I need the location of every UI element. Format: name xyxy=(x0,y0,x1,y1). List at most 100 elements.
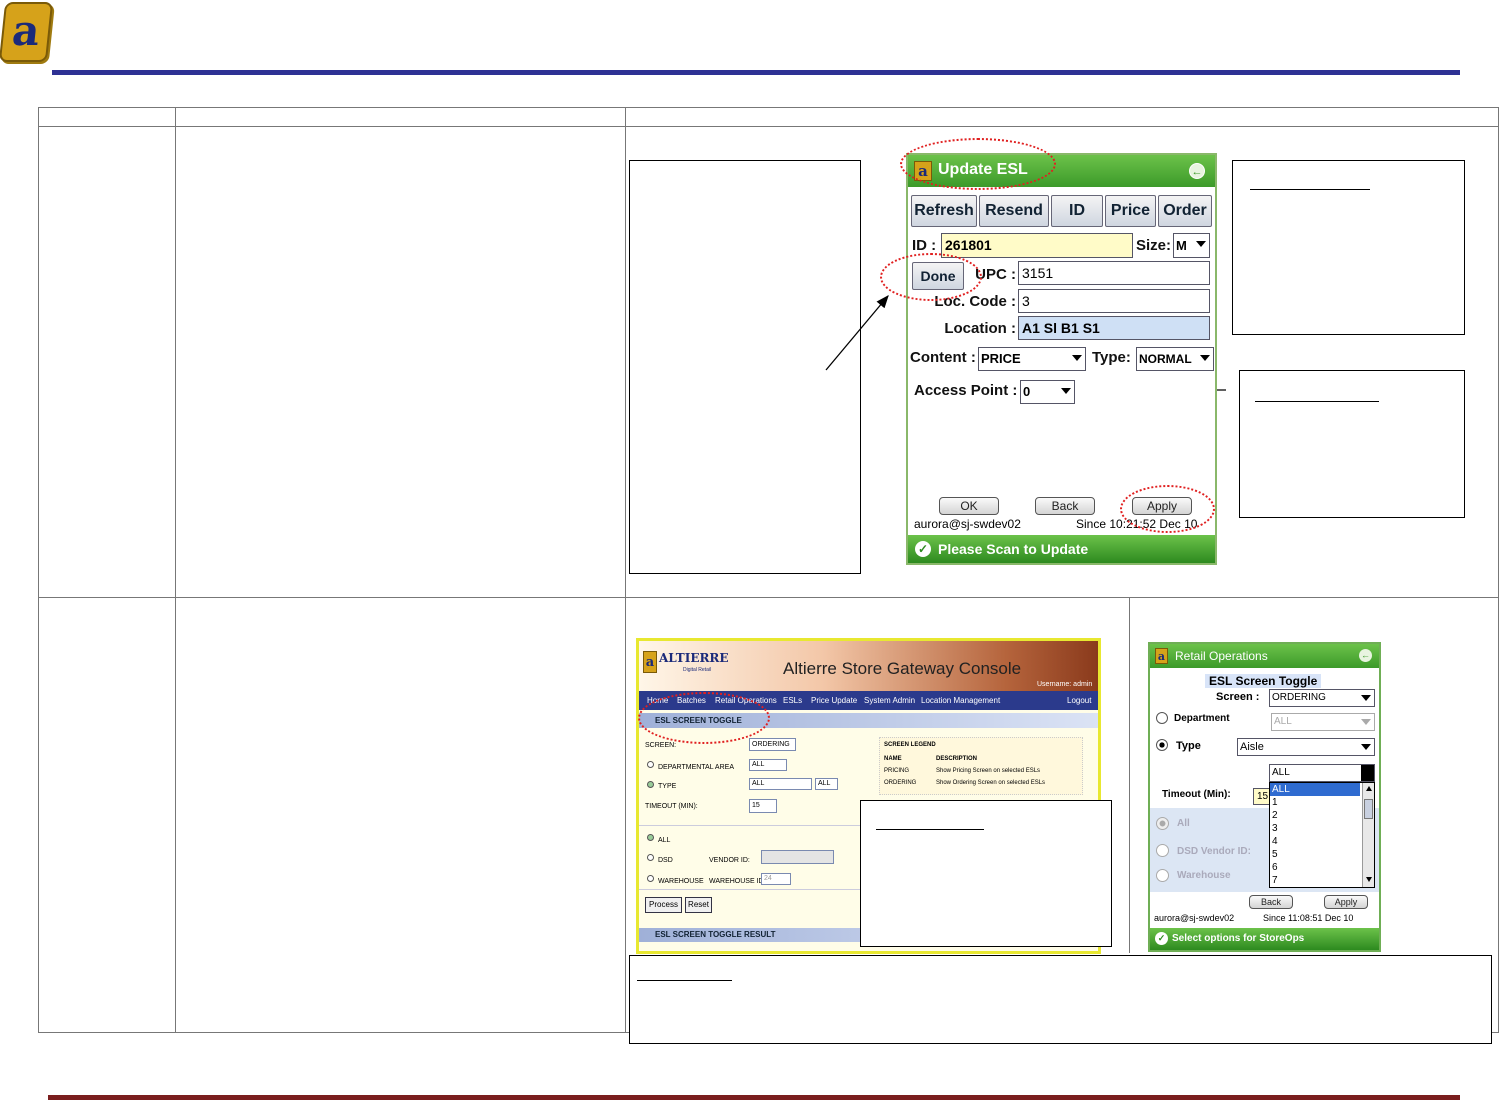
dsd-radio[interactable] xyxy=(1156,844,1169,857)
back-circle-icon[interactable]: ← xyxy=(1359,649,1372,662)
warehouse-radio[interactable] xyxy=(1156,869,1169,882)
nav-location-management[interactable]: Location Management xyxy=(921,696,1000,705)
legend-row-desc: Show Ordering Screen on selected ESLs xyxy=(936,780,1046,786)
loc-code-field[interactable]: 3 xyxy=(1018,289,1210,313)
type-select[interactable]: ALL xyxy=(749,778,812,790)
retail-ops-subtitle: ESL Screen Toggle xyxy=(1205,674,1322,688)
location-field[interactable]: A1 Sl B1 S1 xyxy=(1018,316,1210,340)
type-select[interactable]: NORMAL xyxy=(1136,347,1214,371)
list-item[interactable]: 2 xyxy=(1270,809,1374,822)
warehouse-label: Warehouse xyxy=(1177,870,1231,881)
scroll-up-icon[interactable] xyxy=(1366,786,1372,791)
department-select[interactable]: ALL xyxy=(1271,713,1375,731)
all-radio[interactable] xyxy=(1156,817,1169,830)
list-scrollbar[interactable] xyxy=(1362,783,1374,887)
process-button[interactable]: Process xyxy=(645,897,682,913)
since-text: Since 11:08:51 Dec 10 xyxy=(1263,913,1354,923)
dsd-radio[interactable] xyxy=(647,854,654,861)
apply-button[interactable]: Apply xyxy=(1324,895,1368,909)
size-select[interactable]: M xyxy=(1173,233,1210,258)
screen-legend: SCREEN LEGEND NAME DESCRIPTION PRICING S… xyxy=(879,737,1083,795)
reset-button[interactable]: Reset xyxy=(685,897,712,913)
department-radio[interactable] xyxy=(1156,712,1168,724)
nav-esls[interactable]: ESLs xyxy=(783,696,802,705)
list-item[interactable]: 1 xyxy=(1270,796,1374,809)
type-dropdown-list[interactable]: ALL 1 2 3 4 5 6 7 xyxy=(1269,782,1375,888)
retail-ops-titlebar: a Retail Operations ← xyxy=(1150,644,1379,668)
id-field[interactable]: 261801 xyxy=(941,233,1133,258)
legend-row-desc: Show Pricing Screen on selected ESLs xyxy=(936,768,1041,774)
screen-select[interactable]: ORDERING xyxy=(1269,689,1375,707)
dropdown-button-icon[interactable] xyxy=(1361,765,1374,781)
app-logo-icon: a xyxy=(1155,648,1168,664)
nav-price-update[interactable]: Price Update xyxy=(811,696,857,705)
console-banner: a ALTIERRE Digital Retail Altierre Store… xyxy=(639,641,1098,691)
upc-field[interactable]: 3151 xyxy=(1018,261,1210,285)
check-icon: ✓ xyxy=(915,541,931,557)
type-radio[interactable] xyxy=(647,781,654,788)
refresh-button[interactable]: Refresh xyxy=(911,195,977,227)
console-logo-icon: a xyxy=(643,651,657,673)
vendor-label: VENDOR ID: xyxy=(709,857,750,864)
footer-rule xyxy=(48,1095,1460,1100)
highlight-apply xyxy=(1120,485,1215,533)
warehouse-radio[interactable] xyxy=(647,875,654,882)
legend-row-name: ORDERING xyxy=(884,780,917,786)
type-select[interactable]: Aisle xyxy=(1237,738,1375,756)
order-button[interactable]: Order xyxy=(1158,195,1212,227)
price-button[interactable]: Price xyxy=(1105,195,1156,227)
list-item[interactable]: 7 xyxy=(1270,874,1374,887)
ok-button[interactable]: OK xyxy=(939,497,999,515)
size-label: Size: xyxy=(1136,237,1172,254)
scroll-down-icon[interactable] xyxy=(1366,877,1372,882)
all-label: ALL xyxy=(658,837,671,844)
type-radio[interactable] xyxy=(1156,739,1168,751)
status-text: Please Scan to Update xyxy=(938,541,1089,557)
status-bar: ✓ Please Scan to Update xyxy=(908,535,1215,563)
resend-button[interactable]: Resend xyxy=(979,195,1049,227)
dsd-label: DSD Vendor ID: xyxy=(1177,846,1251,857)
highlight-title xyxy=(900,138,1056,190)
list-item[interactable]: 4 xyxy=(1270,835,1374,848)
highlight-done xyxy=(880,253,982,301)
warehouse-label: WAREHOUSE xyxy=(658,878,704,885)
highlight-retail-ops xyxy=(638,692,770,744)
timeout-label: Timeout (Min): xyxy=(1162,789,1231,800)
access-point-label: Access Point : xyxy=(914,382,1018,399)
nav-logout[interactable]: Logout xyxy=(1067,696,1091,705)
timeout-input[interactable]: 15 xyxy=(749,799,777,813)
type-label: Type xyxy=(1176,740,1201,752)
all-radio[interactable] xyxy=(647,834,654,841)
list-item[interactable]: ALL xyxy=(1270,783,1360,796)
dept-select[interactable]: ALL xyxy=(749,759,787,771)
vendor-input[interactable] xyxy=(761,850,834,864)
dsd-label: DSD xyxy=(658,857,673,864)
back-button[interactable]: Back xyxy=(1035,497,1095,515)
list-item[interactable]: 6 xyxy=(1270,861,1374,874)
status-text: Select options for StoreOps xyxy=(1172,933,1305,944)
back-circle-icon[interactable]: ← xyxy=(1189,163,1205,179)
callout-underline xyxy=(876,829,984,830)
id-button[interactable]: ID xyxy=(1051,195,1103,227)
scroll-thumb[interactable] xyxy=(1364,799,1373,819)
screen-label: Screen : xyxy=(1216,691,1260,703)
screen-select[interactable]: ORDERING xyxy=(749,738,796,751)
content-select[interactable]: PRICE xyxy=(978,347,1086,371)
id-label: ID : xyxy=(912,237,937,254)
type-value-select[interactable]: ALL xyxy=(1269,764,1375,782)
nav-system-admin[interactable]: System Admin xyxy=(864,696,915,705)
back-button[interactable]: Back xyxy=(1249,895,1293,909)
dept-label: DEPARTMENTAL AREA xyxy=(658,764,734,771)
check-icon: ✓ xyxy=(1155,932,1168,945)
callout-underline xyxy=(637,980,732,981)
list-item[interactable]: 5 xyxy=(1270,848,1374,861)
warehouse-id-label: WAREHOUSE ID: xyxy=(709,878,766,885)
access-point-select[interactable]: 0 xyxy=(1020,380,1075,404)
dept-radio[interactable] xyxy=(647,761,654,768)
retail-ops-title: Retail Operations xyxy=(1175,649,1268,663)
list-item[interactable]: 3 xyxy=(1270,822,1374,835)
type-select-2[interactable]: ALL xyxy=(815,778,838,790)
all-label: All xyxy=(1177,818,1190,829)
warehouse-id-select[interactable]: 24 xyxy=(761,873,791,885)
legend-row-name: PRICING xyxy=(884,768,910,774)
